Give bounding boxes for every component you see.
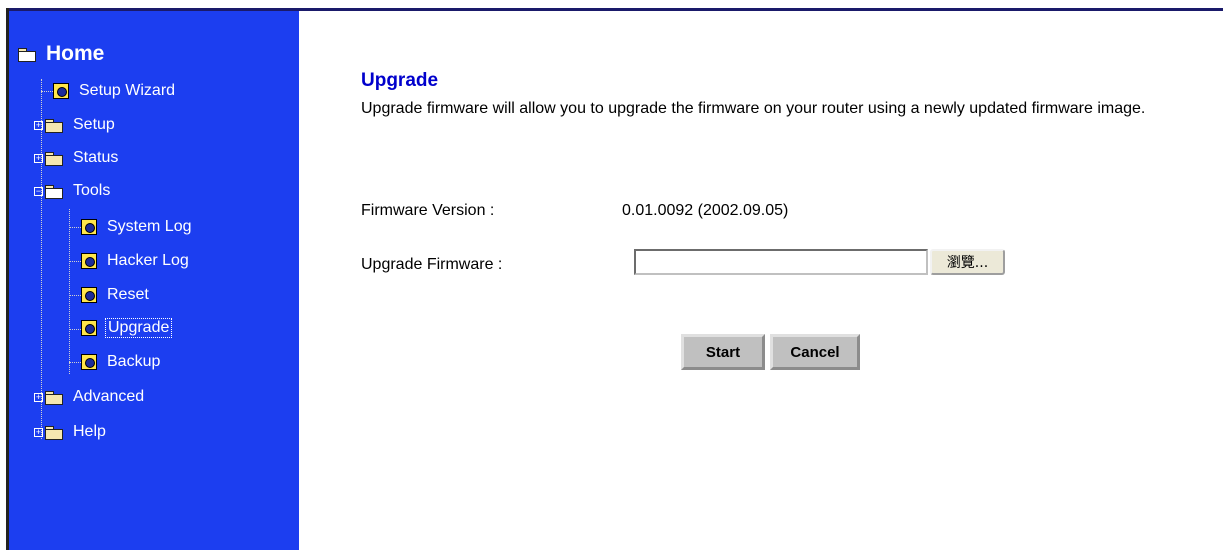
expand-icon[interactable]: +: [34, 427, 43, 437]
page-icon: [81, 320, 97, 336]
sidebar-item-label: Setup Wizard: [79, 82, 176, 99]
browse-button[interactable]: 瀏覽...: [930, 249, 1005, 275]
firmware-version-value: 0.01.0092 (2002.09.05): [622, 202, 789, 219]
sidebar-item-reset[interactable]: Reset: [81, 283, 149, 307]
sidebar-item-label: Help: [73, 423, 106, 440]
sidebar-item-tools[interactable]: − Tools: [34, 179, 110, 203]
folder-icon: [45, 118, 63, 133]
page-description: Upgrade firmware will allow you to upgra…: [361, 100, 1146, 117]
sidebar-item-system-log[interactable]: System Log: [81, 215, 191, 239]
expand-icon[interactable]: +: [34, 120, 43, 130]
page-icon: [53, 83, 69, 99]
sidebar-item-advanced[interactable]: + Advanced: [34, 385, 144, 409]
page-icon: [81, 219, 97, 235]
sidebar-item-label: Setup: [73, 116, 115, 133]
tree-line: [69, 295, 81, 296]
sidebar-item-label: Tools: [73, 182, 111, 199]
page-icon: [81, 287, 97, 303]
sidebar-item-upgrade[interactable]: Upgrade: [81, 316, 173, 340]
collapse-icon[interactable]: −: [34, 186, 43, 196]
folder-icon: [45, 151, 63, 166]
folder-icon: [45, 425, 63, 440]
open-folder-icon: [45, 184, 63, 199]
sidebar-item-label: Upgrade: [105, 318, 173, 338]
left-border: [0, 8, 9, 550]
tree-line: [69, 227, 81, 228]
sidebar-item-label: Backup: [107, 353, 161, 370]
expand-icon[interactable]: +: [34, 392, 43, 402]
tree-line: [69, 209, 70, 374]
sidebar-item-hacker-log[interactable]: Hacker Log: [81, 249, 189, 273]
open-folder-icon: [18, 47, 36, 62]
folder-icon: [45, 390, 63, 405]
sidebar-item-label: Hacker Log: [107, 252, 189, 269]
tree-line: [69, 329, 81, 330]
sidebar-home[interactable]: Home: [18, 42, 104, 66]
page-icon: [81, 253, 97, 269]
upgrade-firmware-label: Upgrade Firmware :: [361, 256, 503, 273]
tree-line: [41, 91, 53, 92]
start-button[interactable]: Start: [681, 334, 765, 370]
sidebar-item-label: Advanced: [73, 388, 145, 405]
firmware-version-label: Firmware Version :: [361, 202, 495, 219]
sidebar-item-setup[interactable]: + Setup: [34, 113, 115, 137]
page-icon: [81, 354, 97, 370]
cancel-button[interactable]: Cancel: [770, 334, 860, 370]
sidebar-item-setup-wizard[interactable]: Setup Wizard: [53, 79, 175, 103]
page-title: Upgrade: [361, 70, 439, 91]
sidebar-item-label: System Log: [107, 218, 192, 235]
firmware-file-input[interactable]: [634, 249, 928, 275]
tree-line: [69, 261, 81, 262]
sidebar-item-backup[interactable]: Backup: [81, 350, 160, 374]
sidebar-home-label: Home: [46, 42, 105, 65]
sidebar-item-help[interactable]: + Help: [34, 420, 106, 444]
expand-icon[interactable]: +: [34, 153, 43, 163]
sidebar-item-label: Reset: [107, 286, 149, 303]
tree-line: [69, 362, 81, 363]
sidebar-item-label: Status: [73, 149, 119, 166]
sidebar-item-status[interactable]: + Status: [34, 146, 118, 170]
